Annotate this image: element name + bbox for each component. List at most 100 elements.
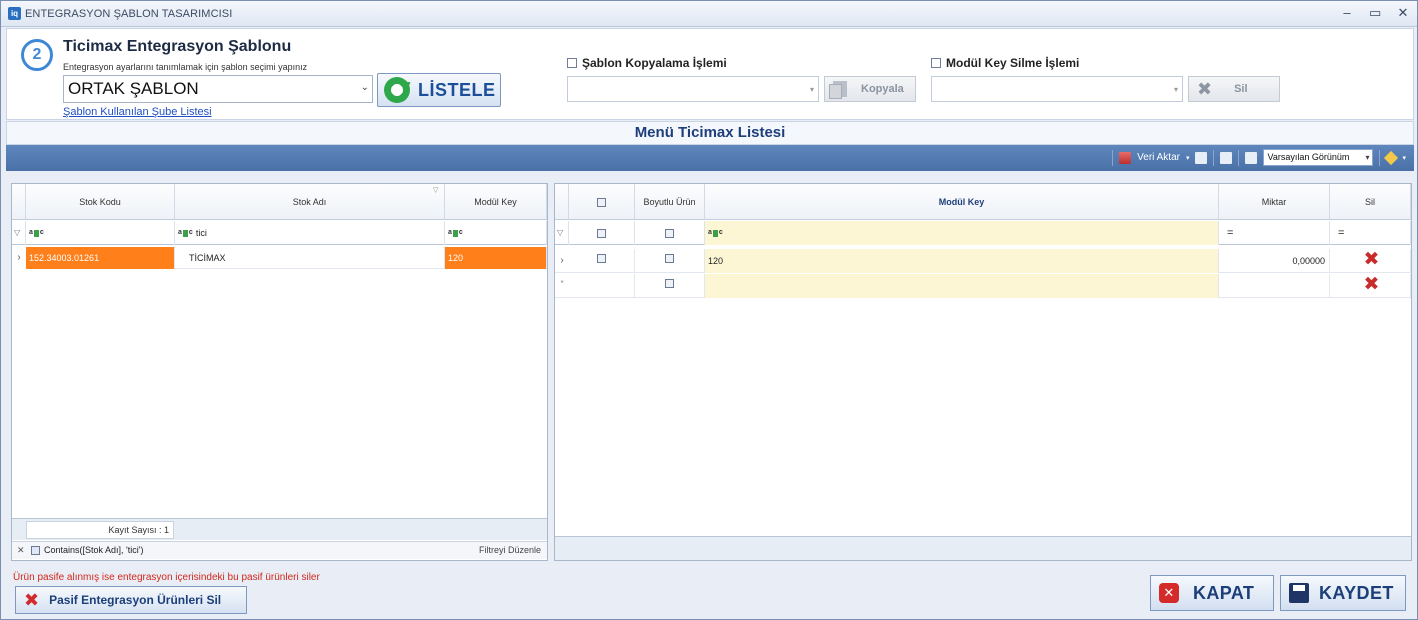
table-row[interactable]: › 120 0,00000 ✖ xyxy=(555,249,1411,273)
column-header-modul-key[interactable]: Modül Key xyxy=(445,184,547,220)
chevron-down-icon: ▾ xyxy=(1402,154,1406,162)
row-checkbox[interactable] xyxy=(665,254,674,263)
minimize-icon[interactable]: – xyxy=(1341,5,1353,21)
view-select[interactable]: Varsayılan Görünüm ▾ xyxy=(1263,149,1374,166)
step-badge: 2 xyxy=(21,39,53,71)
save-button[interactable]: KAYDET xyxy=(1280,575,1406,611)
cell-miktar[interactable]: 0,00000 xyxy=(1219,249,1330,273)
template-select[interactable]: ORTAK ŞABLON ⌄ xyxy=(63,75,373,103)
column-header-stok-kodu[interactable]: Stok Kodu xyxy=(26,184,175,220)
close-icon: ✕ xyxy=(1159,583,1179,603)
cell-stok-kodu[interactable]: 152.34003.01261 xyxy=(26,247,175,269)
column-header-miktar[interactable]: Miktar xyxy=(1219,184,1330,220)
cell-modul-key[interactable]: 120 xyxy=(445,247,547,269)
text-filter-icon: ac xyxy=(708,229,723,237)
module-key-grid: Boyutlu Ürün Modül Key Miktar Sil ▽ ac =… xyxy=(554,183,1412,561)
delete-key-select[interactable]: ▾ xyxy=(931,76,1183,102)
cell-boyutlu-urun[interactable] xyxy=(635,274,705,298)
text-filter-icon: ac xyxy=(178,229,193,237)
column-header-sil[interactable]: Sil xyxy=(1330,184,1411,220)
app-logo-icon: iq xyxy=(8,7,21,20)
branch-list-link[interactable]: Şablon Kullanılan Şube Listesi xyxy=(63,106,212,118)
column-header-boyutlu-urun[interactable]: Boyutlu Ürün xyxy=(635,184,705,220)
table-row[interactable]: › 152.34003.01261 TİCİMAX 120 xyxy=(12,247,547,269)
columns-icon[interactable] xyxy=(1245,151,1258,164)
filter-modul-key[interactable]: ac xyxy=(445,221,547,245)
filter-select[interactable] xyxy=(569,221,635,245)
filter-sil[interactable]: = xyxy=(1330,221,1411,245)
delete-row-icon[interactable]: ✖ xyxy=(1330,274,1411,298)
stock-grid: Stok Kodu Stok Adı Modül Key ▽ ▽ ac ac t… xyxy=(11,183,548,561)
delete-row-icon[interactable]: ✖ xyxy=(1330,249,1411,273)
clear-filter-icon[interactable]: ✕ xyxy=(17,545,25,556)
copy-icon xyxy=(829,81,847,99)
passive-warning-text: Ürün pasife alınmış ise entegrasyon içer… xyxy=(13,572,320,583)
filter-checkbox[interactable] xyxy=(597,228,606,238)
active-filter-bar: ✕ Contains([Stok Adı], 'tici') Filtreyi … xyxy=(12,541,547,559)
grid-toolbar: Veri Aktar ▾ Varsayılan Görünüm ▾ ▾ xyxy=(6,145,1414,171)
filter-row: ▽ ac ac tici ac xyxy=(12,221,547,245)
delete-key-option[interactable]: Modül Key Silme İşlemi xyxy=(931,56,1079,70)
print-icon[interactable] xyxy=(1220,151,1233,164)
row-checkbox[interactable] xyxy=(665,279,674,288)
new-row[interactable]: * ✖ xyxy=(555,274,1411,298)
page-subtitle: Entegrasyon ayarlarını tanımlamak için ş… xyxy=(63,62,308,72)
list-button-label: LİSTELE xyxy=(418,79,496,100)
filter-checkbox[interactable] xyxy=(665,228,674,238)
close-button[interactable]: ✕ KAPAT xyxy=(1150,575,1274,611)
filter-stok-adi[interactable]: ac tici xyxy=(175,221,445,245)
row-pointer-icon: › xyxy=(17,252,21,263)
column-header-indicator xyxy=(555,184,569,220)
column-header-modul-key[interactable]: Modül Key xyxy=(705,184,1219,220)
view-select-value: Varsayılan Görünüm xyxy=(1267,152,1350,162)
cell-miktar[interactable] xyxy=(1219,274,1330,298)
filter-indicator: ▽ xyxy=(12,221,26,245)
copy-template-option[interactable]: Şablon Kopyalama İşlemi xyxy=(567,56,727,70)
delete-passive-products-button[interactable]: ✖ Pasif Entegrasyon Ürünleri Sil xyxy=(15,586,247,614)
filter-stok-kodu[interactable]: ac xyxy=(26,221,175,245)
filter-enabled-checkbox[interactable] xyxy=(31,546,40,555)
column-header-select[interactable] xyxy=(569,184,635,220)
edit-filter-link[interactable]: Filtreyi Düzenle xyxy=(479,545,541,555)
list-title: Menü Ticimax Listesi xyxy=(6,121,1414,145)
text-filter-icon: ac xyxy=(448,229,463,237)
window-title: ENTEGRASYON ŞABLON TASARIMCISI xyxy=(25,8,233,20)
cell-boyutlu-urun[interactable] xyxy=(635,249,705,273)
grid-summary: Kayıt Sayısı : 1 xyxy=(12,518,547,540)
text-filter-icon: ac xyxy=(29,229,44,237)
filter-miktar[interactable]: = xyxy=(1219,221,1330,245)
cell-select[interactable] xyxy=(569,249,635,273)
delete-passive-products-label: Pasif Entegrasyon Ürünleri Sil xyxy=(49,593,222,607)
delete-key-checkbox[interactable] xyxy=(931,58,941,68)
delete-key-label: Modül Key Silme İşlemi xyxy=(946,56,1080,70)
copy-template-checkbox[interactable] xyxy=(567,58,577,68)
delete-icon: ✖ xyxy=(24,589,40,610)
copy-template-select[interactable]: ▾ xyxy=(567,76,819,102)
save-icon xyxy=(1289,583,1309,603)
maximize-icon[interactable]: ▭ xyxy=(1369,5,1381,21)
cell-modul-key[interactable] xyxy=(705,274,1219,298)
copy-button[interactable]: Kopyala xyxy=(824,76,916,102)
row-checkbox[interactable] xyxy=(597,254,606,263)
cell-modul-key[interactable]: 120 xyxy=(705,249,1219,273)
export-menu[interactable]: Veri Aktar xyxy=(1137,152,1180,163)
select-all-checkbox[interactable] xyxy=(597,198,606,208)
chevron-down-icon: ▾ xyxy=(1185,154,1190,162)
filter-boyutlu-urun[interactable] xyxy=(635,221,705,245)
edit-icon[interactable] xyxy=(1384,150,1399,165)
close-icon[interactable]: ✕ xyxy=(1397,5,1409,21)
window: iq ENTEGRASYON ŞABLON TASARIMCISI – ▭ ✕ … xyxy=(0,0,1418,620)
cell-stok-adi[interactable]: TİCİMAX xyxy=(175,247,445,269)
column-header-stok-adi[interactable]: Stok Adı xyxy=(175,184,445,220)
filter-expression: Contains([Stok Adı], 'tici') xyxy=(44,545,144,555)
cell-select[interactable] xyxy=(569,274,635,298)
delete-key-button[interactable]: ✖ Sil xyxy=(1188,76,1280,102)
list-button[interactable]: LİSTELE xyxy=(377,73,501,107)
export-icon[interactable] xyxy=(1119,151,1132,164)
filter-modul-key[interactable]: ac xyxy=(705,221,1219,245)
window-controls: – ▭ ✕ xyxy=(1341,5,1409,21)
copy-button-label: Kopyala xyxy=(861,83,904,95)
preview-icon[interactable] xyxy=(1195,151,1208,164)
row-pointer-icon: › xyxy=(560,255,564,266)
chevron-down-icon: ▾ xyxy=(809,85,814,94)
